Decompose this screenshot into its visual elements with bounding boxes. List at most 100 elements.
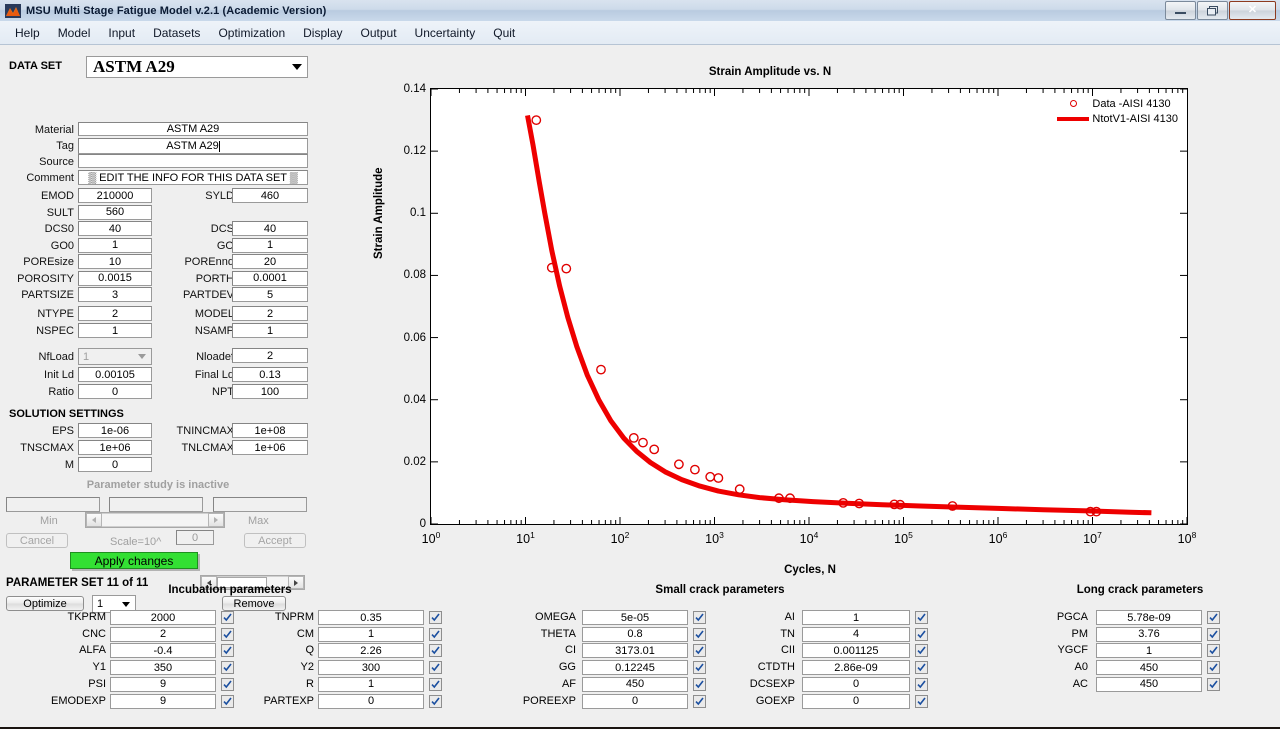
field-tkprm[interactable]: 2000 (110, 610, 216, 625)
field-model[interactable]: 2 (232, 306, 308, 321)
checkbox-tn[interactable] (915, 628, 928, 641)
tag-field[interactable]: ASTM A29 (78, 138, 308, 154)
field-theta[interactable]: 0.8 (582, 627, 688, 642)
optimize-button[interactable]: Optimize (6, 596, 84, 611)
menu-item-input[interactable]: Input (99, 24, 144, 42)
field-goexp[interactable]: 0 (802, 694, 910, 709)
menu-item-model[interactable]: Model (49, 24, 100, 42)
field-dcsexp[interactable]: 0 (802, 677, 910, 692)
field-gg[interactable]: 0.12245 (582, 660, 688, 675)
field-m[interactable]: 0 (78, 457, 152, 472)
study-box-2[interactable] (109, 497, 203, 512)
field-ygcf[interactable]: 1 (1096, 643, 1202, 658)
field-pm[interactable]: 3.76 (1096, 627, 1202, 642)
material-field[interactable]: ASTM A29 (78, 122, 308, 136)
field-ci[interactable]: 3173.01 (582, 643, 688, 658)
scale-field[interactable]: 0 (176, 530, 214, 545)
field-tn[interactable]: 4 (802, 627, 910, 642)
nfload-select[interactable]: 1 (78, 348, 152, 365)
maximize-button[interactable] (1197, 1, 1228, 20)
close-button[interactable]: ✕ (1229, 1, 1276, 20)
checkbox-ctdth[interactable] (915, 661, 928, 674)
apply-changes-button[interactable]: Apply changes (70, 552, 198, 569)
field-tnlcmax[interactable]: 1e+06 (232, 440, 308, 455)
menu-item-optimization[interactable]: Optimization (209, 24, 294, 42)
field-ratio[interactable]: 0 (78, 384, 152, 399)
field-psi[interactable]: 9 (110, 677, 216, 692)
field-pgca[interactable]: 5.78e-09 (1096, 610, 1202, 625)
cancel-button[interactable]: Cancel (6, 533, 68, 548)
checkbox-omega[interactable] (693, 611, 706, 624)
checkbox-pm[interactable] (1207, 628, 1220, 641)
field-poreexp[interactable]: 0 (582, 694, 688, 709)
field-dcs0[interactable]: 40 (78, 221, 152, 236)
field-syld[interactable]: 460 (232, 188, 308, 203)
field-emod[interactable]: 210000 (78, 188, 152, 203)
menu-item-help[interactable]: Help (6, 24, 49, 42)
remove-button[interactable]: Remove (222, 596, 286, 611)
study-box-1[interactable] (6, 497, 100, 512)
accept-button[interactable]: Accept (244, 533, 306, 548)
checkbox-ygcf[interactable] (1207, 644, 1220, 657)
checkbox-ac[interactable] (1207, 678, 1220, 691)
menu-item-output[interactable]: Output (352, 24, 406, 42)
field-tnprm[interactable]: 0.35 (318, 610, 424, 625)
slider-right-arrow[interactable] (208, 513, 224, 527)
checkbox-a0[interactable] (1207, 661, 1220, 674)
field-npt[interactable]: 100 (232, 384, 308, 399)
field-y2[interactable]: 300 (318, 660, 424, 675)
field-porennd[interactable]: 20 (232, 254, 308, 269)
slider-track[interactable] (102, 513, 208, 527)
field-partexp[interactable]: 0 (318, 694, 424, 709)
study-slider[interactable] (85, 512, 225, 528)
field-y1[interactable]: 350 (110, 660, 216, 675)
field-porth[interactable]: 0.0001 (232, 271, 308, 286)
comment-field[interactable]: ▒ EDIT THE INFO FOR THIS DATA SET ▒ (78, 170, 308, 185)
checkbox-tnprm[interactable] (429, 611, 442, 624)
checkbox-y2[interactable] (429, 661, 442, 674)
field-omega[interactable]: 5e-05 (582, 610, 688, 625)
checkbox-y1[interactable] (221, 661, 234, 674)
checkbox-af[interactable] (693, 678, 706, 691)
dataset-select[interactable]: ASTM A29 (86, 56, 308, 78)
field-ntype[interactable]: 2 (78, 306, 152, 321)
checkbox-r[interactable] (429, 678, 442, 691)
checkbox-psi[interactable] (221, 678, 234, 691)
field-partsize[interactable]: 3 (78, 287, 152, 302)
checkbox-gg[interactable] (693, 661, 706, 674)
field-poresize[interactable]: 10 (78, 254, 152, 269)
checkbox-poreexp[interactable] (693, 695, 706, 708)
field-alfa[interactable]: -0.4 (110, 643, 216, 658)
field-eps[interactable]: 1e-06 (78, 423, 152, 438)
slider-left-arrow[interactable] (86, 513, 102, 527)
field-porosity[interactable]: 0.0015 (78, 271, 152, 286)
checkbox-goexp[interactable] (915, 695, 928, 708)
menu-item-display[interactable]: Display (294, 24, 351, 42)
field-nspec[interactable]: 1 (78, 323, 152, 338)
checkbox-partexp[interactable] (429, 695, 442, 708)
field-tnincmax[interactable]: 1e+08 (232, 423, 308, 438)
checkbox-theta[interactable] (693, 628, 706, 641)
field-af[interactable]: 450 (582, 677, 688, 692)
checkbox-pgca[interactable] (1207, 611, 1220, 624)
checkbox-q[interactable] (429, 644, 442, 657)
field-tnscmax[interactable]: 1e+06 (78, 440, 152, 455)
nloadef-field[interactable]: 2 (232, 348, 308, 363)
menu-item-datasets[interactable]: Datasets (144, 24, 209, 42)
checkbox-cm[interactable] (429, 628, 442, 641)
checkbox-alfa[interactable] (221, 644, 234, 657)
field-emodexp[interactable]: 9 (110, 694, 216, 709)
minimize-button[interactable] (1165, 1, 1196, 20)
checkbox-cnc[interactable] (221, 628, 234, 641)
source-field[interactable] (78, 154, 308, 168)
field-final-ld[interactable]: 0.13 (232, 367, 308, 382)
field-cii[interactable]: 0.001125 (802, 643, 910, 658)
checkbox-cii[interactable] (915, 644, 928, 657)
checkbox-dcsexp[interactable] (915, 678, 928, 691)
field-nsamp[interactable]: 1 (232, 323, 308, 338)
field-init-ld[interactable]: 0.00105 (78, 367, 152, 382)
field-dcs[interactable]: 40 (232, 221, 308, 236)
checkbox-ai[interactable] (915, 611, 928, 624)
field-a0[interactable]: 450 (1096, 660, 1202, 675)
field-q[interactable]: 2.26 (318, 643, 424, 658)
